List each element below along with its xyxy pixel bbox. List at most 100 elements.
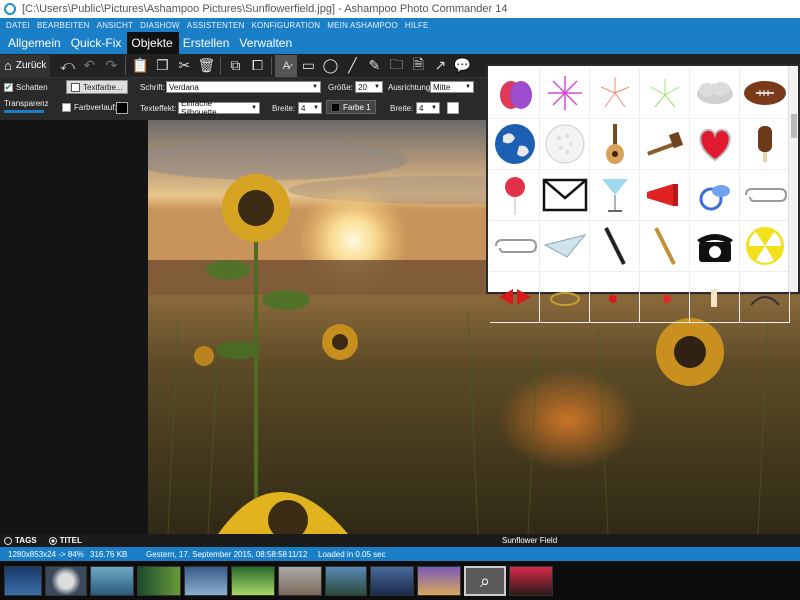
menu-hilfe[interactable]: HILFE — [405, 21, 429, 30]
easter-eggs-icon[interactable] — [490, 68, 540, 119]
align-select[interactable]: Mitte ▼ — [430, 81, 474, 93]
clipart-scrollbar[interactable] — [788, 66, 798, 292]
color1-button[interactable]: Farbe 1 — [326, 100, 376, 114]
size-select[interactable]: 20 ▼ — [355, 81, 383, 93]
transparency-slider[interactable] — [4, 110, 44, 113]
gradient-checkbox[interactable] — [62, 103, 71, 112]
cloud-icon[interactable] — [690, 68, 740, 119]
pencil-icon[interactable] — [640, 221, 690, 272]
golf-ball-icon[interactable] — [540, 119, 590, 170]
cut-icon[interactable]: ✂ — [173, 55, 195, 77]
petals-icon[interactable] — [640, 272, 690, 323]
redo-icon[interactable]: ↷ — [100, 55, 122, 77]
telephone-icon[interactable] — [690, 221, 740, 272]
petals-icon[interactable] — [590, 272, 640, 323]
gradient-option[interactable]: Farbverlauf: — [62, 103, 117, 112]
thumbnail[interactable] — [45, 566, 87, 596]
undo-all-icon[interactable]: ⤺ — [56, 55, 78, 77]
scrollbar-thumb[interactable] — [791, 114, 797, 138]
cocktail-icon[interactable] — [590, 170, 640, 221]
thumbnail[interactable] — [278, 566, 322, 596]
football-icon[interactable] — [740, 68, 790, 119]
ice-cream-icon[interactable] — [740, 119, 790, 170]
bring-front-icon[interactable]: ⧉ — [224, 55, 246, 77]
lollipop-icon[interactable] — [490, 170, 540, 221]
width-select[interactable]: 4 ▼ — [298, 102, 322, 114]
font-select[interactable]: Verdana ▼ — [166, 81, 321, 93]
arrow-icon[interactable]: ↗ — [429, 55, 451, 77]
title-radio[interactable] — [48, 536, 57, 545]
shadow-option[interactable]: ✔ Schatten — [4, 83, 48, 92]
fill-color-swatch[interactable] — [447, 102, 459, 114]
delete-icon[interactable]: 🗑 — [195, 55, 217, 77]
globe-icon[interactable] — [490, 119, 540, 170]
radiation-icon[interactable] — [740, 221, 790, 272]
pacifier-icon[interactable] — [690, 170, 740, 221]
headphones-icon[interactable] — [740, 272, 790, 323]
guitar-icon[interactable] — [590, 119, 640, 170]
toolbar-divider — [125, 56, 127, 75]
gavel-icon[interactable] — [640, 119, 690, 170]
copy-icon[interactable]: ❐ — [151, 55, 173, 77]
back-button[interactable]: ⌂ Zurück — [0, 54, 51, 77]
texteffect-select[interactable]: Einfache Silhouette ▼ — [178, 99, 260, 117]
paperclip-icon[interactable] — [490, 221, 540, 272]
size-value: 20 — [358, 82, 367, 92]
send-back-icon[interactable]: ⧠ — [246, 55, 268, 77]
tab-erstellen[interactable]: Erstellen — [179, 32, 236, 54]
thumbnail[interactable] — [509, 566, 553, 596]
tab-verwalten[interactable]: Verwalten — [235, 32, 298, 54]
ellipse-icon[interactable]: ◯ — [319, 55, 341, 77]
text-color-button[interactable]: Textfarbe... — [66, 80, 128, 94]
clipart-icon[interactable]: 🗀 — [385, 55, 407, 77]
menu-mein-ashampoo[interactable]: MEIN ASHAMPOO — [327, 21, 398, 30]
paste-icon[interactable]: 📋 — [129, 55, 151, 77]
ring-icon[interactable] — [540, 272, 590, 323]
align-label: Ausrichtung: — [388, 83, 433, 92]
thumbnail[interactable] — [184, 566, 228, 596]
fireworks-icon[interactable] — [640, 68, 690, 119]
thumbnail[interactable] — [417, 566, 461, 596]
menu-diashow[interactable]: DIASHOW — [140, 21, 180, 30]
thumbnail-selected[interactable]: ⌕ — [464, 566, 506, 596]
tab-objekte[interactable]: Objekte — [127, 32, 179, 54]
tags-radio[interactable] — [4, 536, 12, 545]
sunflower-large — [222, 174, 290, 242]
thumbnail[interactable] — [4, 566, 42, 596]
thumbnail[interactable] — [325, 566, 367, 596]
pen-icon[interactable] — [590, 221, 640, 272]
menu-ansicht[interactable]: ANSICHT — [97, 21, 134, 30]
paperclip-icon[interactable] — [740, 170, 790, 221]
menu-datei[interactable]: DATEI — [6, 21, 30, 30]
text-color-swatch — [71, 82, 80, 92]
note-icon[interactable]: 🗎 — [407, 55, 429, 77]
fireworks-icon[interactable] — [590, 68, 640, 119]
shadow-checkbox[interactable]: ✔ — [4, 83, 13, 92]
thumbnail[interactable] — [231, 566, 275, 596]
bow-icon[interactable] — [490, 272, 540, 323]
fireworks-icon[interactable] — [540, 68, 590, 119]
thumbnail[interactable] — [137, 566, 181, 596]
width2-select[interactable]: 4 ▼ — [416, 102, 440, 114]
width2-select-wrap: 4 ▼ — [416, 102, 440, 114]
candle-icon[interactable] — [690, 272, 740, 323]
tab-allgemein[interactable]: Allgemein — [4, 32, 67, 54]
envelope-icon[interactable] — [540, 170, 590, 221]
megaphone-icon[interactable] — [640, 170, 690, 221]
text-icon[interactable]: A̷ — [275, 54, 298, 77]
thumbnail[interactable] — [370, 566, 414, 596]
undo-icon[interactable]: ↶ — [78, 55, 100, 77]
callout-icon[interactable]: 💬 — [451, 55, 473, 77]
menu-bearbeiten[interactable]: BEARBEITEN — [37, 21, 90, 30]
menu-assistenten[interactable]: ASSISTENTEN — [187, 21, 245, 30]
rectangle-icon[interactable]: ▭ — [297, 55, 319, 77]
paper-plane-icon[interactable] — [540, 221, 590, 272]
pen-icon[interactable]: ✎ — [363, 55, 385, 77]
menu-konfiguration[interactable]: KONFIGURATION — [252, 21, 321, 30]
text-color-option[interactable]: Textfarbe... — [66, 80, 128, 94]
line-icon[interactable]: ╱ — [341, 55, 363, 77]
gradient-color-swatch[interactable] — [116, 102, 128, 114]
heart-icon[interactable] — [690, 119, 740, 170]
tab-quick-fix[interactable]: Quick-Fix — [67, 32, 128, 54]
thumbnail[interactable] — [90, 566, 134, 596]
